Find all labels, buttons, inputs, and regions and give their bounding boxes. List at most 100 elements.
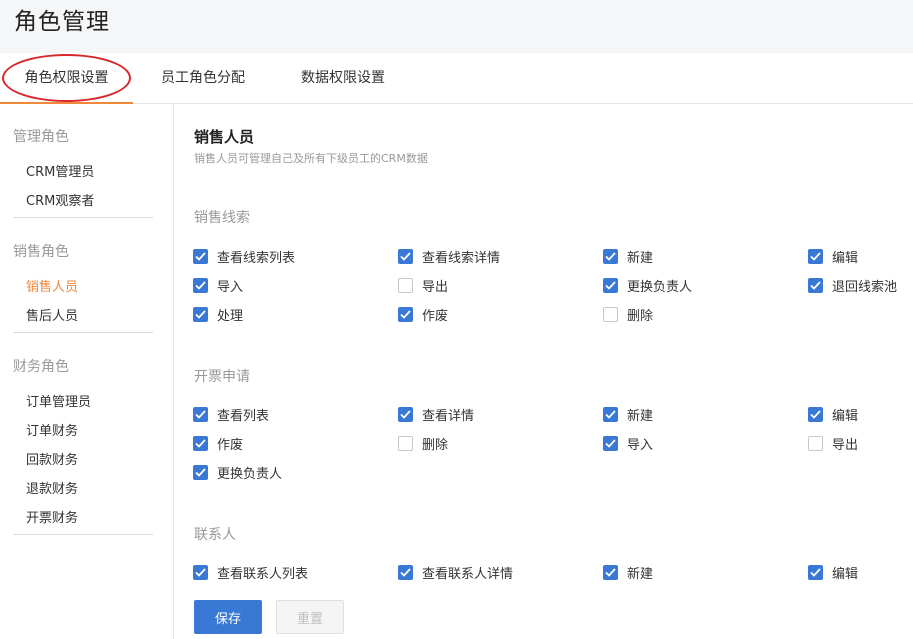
- sidebar-divider: [13, 534, 153, 535]
- permission-label: 查看列表: [217, 408, 270, 424]
- permission-checkbox[interactable]: 更换负责人: [193, 463, 283, 482]
- page-header: 角色管理: [0, 0, 913, 53]
- checkbox-icon: [193, 248, 208, 264]
- checkbox-icon: [193, 464, 208, 480]
- permission-checkbox[interactable]: 查看线索详情: [398, 247, 501, 266]
- permission-checkbox[interactable]: 新建: [603, 247, 654, 266]
- section-title: 开票申请: [194, 369, 250, 385]
- permission-label: 导入: [217, 279, 244, 295]
- permission-label: 查看线索详情: [422, 250, 501, 266]
- permission-checkbox[interactable]: 退回线索池: [808, 276, 898, 295]
- permission-label: 处理: [217, 308, 244, 324]
- permission-checkbox[interactable]: 作废: [398, 305, 449, 324]
- checkbox-icon: [603, 435, 618, 451]
- checkbox-icon: [603, 306, 618, 322]
- permission-label: 编辑: [832, 408, 859, 424]
- permission-checkbox[interactable]: 查看详情: [398, 405, 474, 424]
- checkbox-icon: [808, 564, 823, 580]
- permission-label: 查看联系人详情: [422, 566, 514, 582]
- role-description: 销售人员可管理自己及所有下级员工的CRM数据: [194, 152, 428, 165]
- checkbox-icon: [808, 248, 823, 264]
- permission-label: 更换负责人: [217, 466, 283, 482]
- sidebar-item-order-admin[interactable]: 订单管理员: [26, 391, 91, 410]
- sidebar-group-title: 销售角色: [13, 244, 69, 260]
- permissions-panel: 销售人员 销售人员可管理自己及所有下级员工的CRM数据 销售线索 查看线索列表 …: [175, 104, 913, 639]
- permission-checkbox[interactable]: 处理: [193, 305, 244, 324]
- role-name: 销售人员: [194, 128, 255, 146]
- checkbox-icon: [398, 564, 413, 580]
- checkbox-icon: [603, 564, 618, 580]
- permission-checkbox[interactable]: 查看线索列表: [193, 247, 296, 266]
- checkbox-icon: [193, 306, 208, 322]
- permission-checkbox[interactable]: 查看联系人列表: [193, 563, 309, 582]
- sidebar-item-payment-finance[interactable]: 回款财务: [26, 449, 78, 468]
- permission-checkbox[interactable]: 新建: [603, 405, 654, 424]
- permission-checkbox[interactable]: 导出: [808, 434, 859, 453]
- permission-label: 查看联系人列表: [217, 566, 309, 582]
- sidebar-item-after-sales[interactable]: 售后人员: [26, 305, 78, 324]
- permission-checkbox[interactable]: 导入: [603, 434, 654, 453]
- permission-checkbox[interactable]: 导出: [398, 276, 449, 295]
- checkbox-icon: [603, 406, 618, 422]
- permission-label: 编辑: [832, 250, 859, 266]
- permission-label: 查看线索列表: [217, 250, 296, 266]
- permission-label: 新建: [627, 408, 654, 424]
- tab-data-permissions[interactable]: 数据权限设置: [286, 53, 400, 104]
- sidebar-divider: [13, 217, 153, 218]
- checkbox-icon: [193, 435, 208, 451]
- permission-checkbox[interactable]: 作废: [193, 434, 244, 453]
- checkbox-icon: [398, 406, 413, 422]
- save-button[interactable]: 保存: [194, 600, 262, 634]
- checkbox-icon: [398, 248, 413, 264]
- permission-label: 导入: [627, 437, 654, 453]
- permission-label: 退回线索池: [832, 279, 898, 295]
- permission-checkbox[interactable]: 编辑: [808, 563, 859, 582]
- sidebar-item-order-finance[interactable]: 订单财务: [26, 420, 78, 439]
- sidebar-item-sales-staff[interactable]: 销售人员: [26, 276, 78, 295]
- permission-label: 删除: [422, 437, 449, 453]
- checkbox-icon: [398, 435, 413, 451]
- permission-label: 编辑: [832, 566, 859, 582]
- permission-checkbox[interactable]: 新建: [603, 563, 654, 582]
- permission-checkbox[interactable]: 更换负责人: [603, 276, 693, 295]
- permission-checkbox[interactable]: 删除: [398, 434, 449, 453]
- checkbox-icon: [398, 306, 413, 322]
- permission-label: 作废: [422, 308, 449, 324]
- sidebar-item-crm-admin[interactable]: CRM管理员: [26, 161, 94, 180]
- sidebar-item-invoice-finance[interactable]: 开票财务: [26, 507, 78, 526]
- checkbox-icon: [808, 406, 823, 422]
- permission-label: 导出: [422, 279, 449, 295]
- permission-label: 导出: [832, 437, 859, 453]
- permission-checkbox[interactable]: 删除: [603, 305, 653, 324]
- checkbox-icon: [603, 248, 618, 264]
- checkbox-icon: [808, 277, 823, 293]
- sidebar-group-title: 财务角色: [13, 359, 69, 375]
- permission-checkbox[interactable]: 查看联系人详情: [398, 563, 514, 582]
- sidebar-item-crm-observer[interactable]: CRM观察者: [26, 190, 94, 209]
- permission-checkbox[interactable]: 查看列表: [193, 405, 270, 424]
- checkbox-icon: [193, 277, 208, 293]
- checkbox-icon: [808, 435, 823, 451]
- section-title: 联系人: [194, 527, 236, 543]
- sidebar-divider: [13, 332, 153, 333]
- page-title: 角色管理: [14, 9, 110, 35]
- reset-button[interactable]: 重置: [276, 600, 344, 634]
- checkbox-icon: [398, 277, 413, 293]
- permission-checkbox[interactable]: 导入: [193, 276, 244, 295]
- tab-role-permissions[interactable]: 角色权限设置: [0, 53, 133, 104]
- permission-label: 新建: [627, 566, 654, 582]
- permission-label: 新建: [627, 250, 654, 266]
- tab-bar: 角色权限设置 员工角色分配 数据权限设置: [0, 53, 913, 104]
- permission-checkbox[interactable]: 编辑: [808, 247, 859, 266]
- permission-checkbox[interactable]: 编辑: [808, 405, 859, 424]
- checkbox-icon: [603, 277, 618, 293]
- permission-label: 更换负责人: [627, 279, 693, 295]
- checkbox-icon: [193, 564, 208, 580]
- sidebar-group-title: 管理角色: [13, 129, 69, 145]
- checkbox-icon: [193, 406, 208, 422]
- sidebar-item-refund-finance[interactable]: 退款财务: [26, 478, 78, 497]
- tab-employee-roles[interactable]: 员工角色分配: [145, 53, 261, 104]
- sidebar: 管理角色 CRM管理员 CRM观察者 销售角色 销售人员 售后人员 财务角色 订…: [0, 104, 174, 639]
- section-title: 销售线索: [194, 210, 250, 226]
- permission-label: 作废: [217, 437, 244, 453]
